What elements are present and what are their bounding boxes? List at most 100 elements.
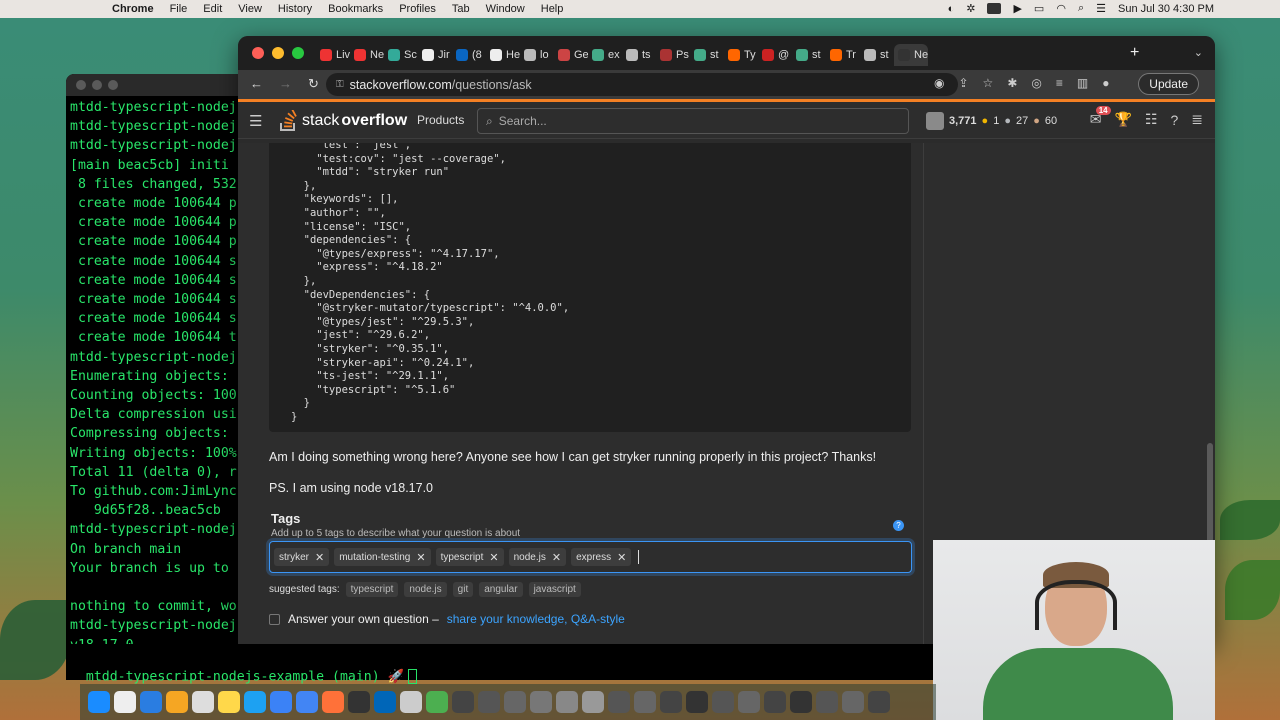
tab-search-chevron-icon[interactable]: ⌄ [1194,46,1203,59]
inbox-icon[interactable]: ✉ 14 [1090,106,1111,128]
dock-app-icon[interactable] [88,691,110,713]
review-queues-icon[interactable]: ☷ [1145,111,1158,128]
terminal-prompt-line[interactable]: mtdd-typescript-nodejs-example (main) 🚀 [66,644,936,685]
browser-tab[interactable]: Liv [316,44,350,66]
dock-app-icon[interactable] [816,691,838,713]
menu-history[interactable]: History [270,3,320,15]
profile-avatar[interactable]: ● [1102,76,1109,90]
browser-tab[interactable]: Tr [826,44,860,66]
suggested-tag[interactable]: node.js [404,582,447,597]
products-menu[interactable]: Products [417,113,464,127]
suggested-tag[interactable]: git [452,582,474,597]
close-window-button[interactable] [252,47,264,59]
site-info-icon[interactable]: ⚿ [336,79,344,90]
dock-app-icon[interactable] [530,691,552,713]
reload-icon[interactable]: ↻ [308,76,319,92]
suggested-tag[interactable]: javascript [528,582,581,597]
update-button[interactable]: Update [1138,73,1199,95]
remove-tag-icon[interactable]: ✕ [617,551,626,564]
dock-app-icon[interactable] [738,691,760,713]
dock-app-icon[interactable] [140,691,162,713]
menu-app-name[interactable]: Chrome [104,3,162,15]
browser-tab[interactable]: Ne [350,44,384,66]
extension-icon[interactable]: ◎ [1031,76,1041,90]
dock-app-icon[interactable] [192,691,214,713]
menu-file[interactable]: File [162,3,196,15]
browser-tab[interactable]: Ne [894,44,928,66]
tag-chip[interactable]: node.js ✕ [508,548,567,566]
answer-own-checkbox[interactable] [269,613,280,625]
menubar-clock[interactable]: Sun Jul 30 4:30 PM [1118,3,1214,15]
browser-tab[interactable]: ex [588,44,622,66]
menu-window[interactable]: Window [478,3,533,15]
tags-help-icon[interactable]: ? [893,520,904,531]
dock-app-icon[interactable] [114,691,136,713]
browser-tab[interactable]: st [792,44,826,66]
dock-app-icon[interactable] [244,691,266,713]
dock-app-icon[interactable] [582,691,604,713]
dock-app-icon[interactable] [374,691,396,713]
status-icon[interactable]: ◐ [948,3,955,15]
extensions-icon[interactable]: ✱ [1007,76,1017,90]
help-icon[interactable]: ? [1170,112,1178,128]
menu-help[interactable]: Help [533,3,572,15]
side-panel-icon[interactable]: ▥ [1077,76,1088,90]
achievements-icon[interactable]: 🏆 [1114,111,1131,128]
google-lens-icon[interactable]: ◉ [934,76,944,90]
dock-app-icon[interactable] [296,691,318,713]
remove-tag-icon[interactable]: ✕ [315,551,324,564]
tag-chip[interactable]: typescript ✕ [435,548,504,566]
bookmark-star-icon[interactable]: ☆ [983,76,994,90]
dock-app-icon[interactable] [686,691,708,713]
dock-app-icon[interactable] [166,691,188,713]
site-switcher-icon[interactable]: ≣ [1191,111,1203,128]
browser-tab[interactable]: st [860,44,894,66]
remove-tag-icon[interactable]: ✕ [416,551,425,564]
new-tab-button[interactable]: + [1130,44,1139,62]
dock-app-icon[interactable] [764,691,786,713]
browser-tab[interactable]: Ge [554,44,588,66]
browser-tab[interactable]: st [690,44,724,66]
hamburger-icon[interactable]: ☰ [249,112,262,130]
menu-tab[interactable]: Tab [444,3,478,15]
tag-chip[interactable]: stryker ✕ [274,548,330,566]
menu-profiles[interactable]: Profiles [391,3,444,15]
menu-edit[interactable]: Edit [195,3,230,15]
dock-app-icon[interactable] [218,691,240,713]
back-icon[interactable]: ← [250,76,263,92]
spotlight-icon[interactable]: ⌕ [1078,2,1084,15]
zoom-window-button[interactable] [292,47,304,59]
dock-app-icon[interactable] [634,691,656,713]
browser-tab[interactable]: Sc [384,44,418,66]
browser-tab[interactable]: ts [622,44,656,66]
wifi-icon[interactable]: ◠ [1056,2,1066,15]
dock-app-icon[interactable] [712,691,734,713]
reading-list-icon[interactable]: ≡ [1056,76,1063,90]
browser-tab[interactable]: lo [520,44,554,66]
dock-app-icon[interactable] [452,691,474,713]
dock-app-icon[interactable] [556,691,578,713]
menu-bookmarks[interactable]: Bookmarks [320,3,391,15]
dock-app-icon[interactable] [660,691,682,713]
dock-app-icon[interactable] [868,691,890,713]
dock-app-icon[interactable] [504,691,526,713]
minimize-window-button[interactable] [272,47,284,59]
browser-tab[interactable]: Ps [656,44,690,66]
browser-tab[interactable]: Ty [724,44,758,66]
forward-icon[interactable]: → [279,76,292,92]
battery-icon[interactable]: ▭ [1034,2,1044,15]
dock-app-icon[interactable] [790,691,812,713]
dock-app-icon[interactable] [478,691,500,713]
user-card[interactable]: 3,771 ● 1 ● 27 ● 60 [926,112,1057,130]
suggested-tag[interactable]: typescript [345,582,399,597]
browser-tab[interactable]: He [486,44,520,66]
status-icon[interactable]: ✲ [966,2,975,15]
suggested-tag[interactable]: angular [479,582,523,597]
page-scrollbar[interactable] [1207,443,1213,553]
address-bar[interactable]: ⚿ stackoverflow.com/questions/ask [326,73,958,96]
dock-app-icon[interactable] [426,691,448,713]
tag-chip[interactable]: express ✕ [571,548,632,566]
so-search-input[interactable]: ⌕ Search... [477,108,909,134]
dock-app-icon[interactable] [608,691,630,713]
dock-app-icon[interactable] [400,691,422,713]
